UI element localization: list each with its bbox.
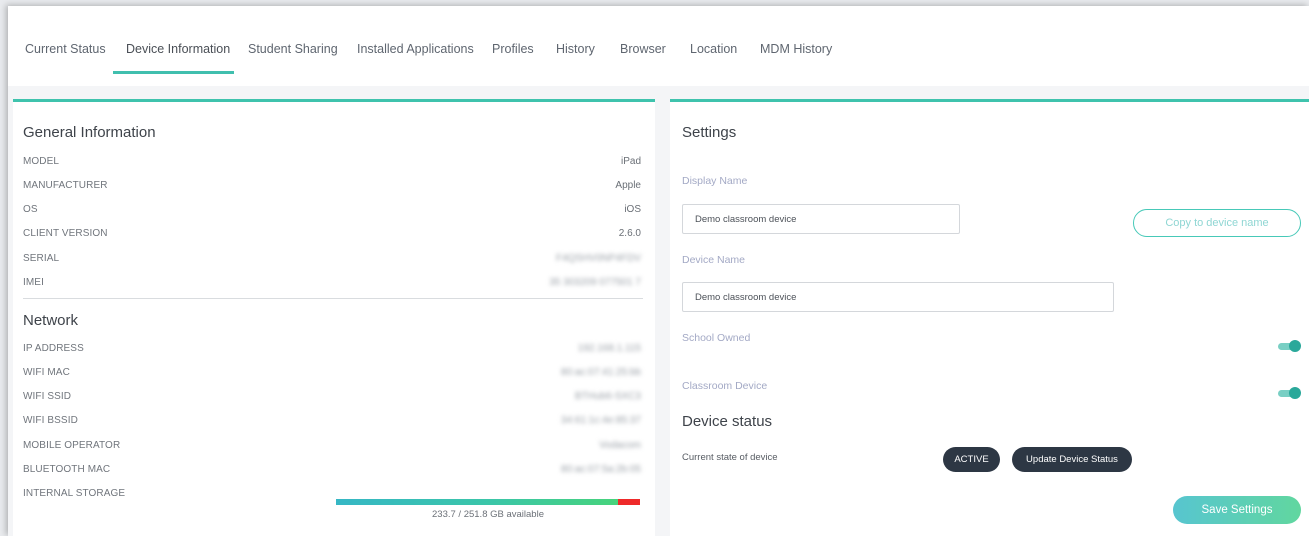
device-status-title: Device status xyxy=(682,413,773,430)
device-name-input[interactable] xyxy=(682,282,1114,312)
device-state-badge: ACTIVE xyxy=(943,447,1000,472)
toggle-knob xyxy=(1289,387,1301,399)
wifi-mac-value: 80:ac:07:41:25:bb xyxy=(560,367,641,378)
wifi-ssid-label: WIFI SSID xyxy=(23,391,72,402)
tab-profiles[interactable]: Profiles xyxy=(492,42,534,56)
ip-address-label: IP ADDRESS xyxy=(23,343,84,354)
internal-storage-label: INTERNAL STORAGE xyxy=(23,488,126,499)
client-version-label: CLIENT VERSION xyxy=(23,228,108,239)
toggle-knob xyxy=(1289,340,1301,352)
tab-student-sharing[interactable]: Student Sharing xyxy=(248,42,338,56)
mobile-operator-value: Vodacom xyxy=(599,440,641,451)
serial-label: SERIAL xyxy=(23,253,60,264)
tab-bar: Current Status Device Information Studen… xyxy=(8,6,1309,74)
copy-to-device-name-button[interactable]: Copy to device name xyxy=(1133,209,1301,237)
imei-label: IMEI xyxy=(23,277,44,288)
os-value: iOS xyxy=(624,204,641,215)
storage-text: 233.7 / 251.8 GB available xyxy=(432,509,544,520)
ip-address-value: 192.168.1.115 xyxy=(577,343,641,354)
mobile-operator-label: MOBILE OPERATOR xyxy=(23,440,121,451)
network-title: Network xyxy=(23,312,79,329)
os-label: OS xyxy=(23,204,38,215)
wifi-bssid-value: 34:61:1c:4e:85:37 xyxy=(560,415,641,426)
tab-current-status[interactable]: Current Status xyxy=(25,42,106,56)
tab-device-information[interactable]: Device Information xyxy=(126,42,230,56)
device-name-label: Device Name xyxy=(682,254,746,266)
active-tab-indicator xyxy=(113,71,234,74)
bluetooth-mac-label: BLUETOOTH MAC xyxy=(23,464,111,475)
wifi-bssid-label: WIFI BSSID xyxy=(23,415,78,426)
storage-used-fill xyxy=(618,499,640,505)
display-name-label: Display Name xyxy=(682,175,748,187)
tab-browser[interactable]: Browser xyxy=(620,42,666,56)
save-settings-button[interactable]: Save Settings xyxy=(1173,496,1301,524)
general-information-title: General Information xyxy=(23,124,156,141)
current-state-label: Current state of device xyxy=(682,452,778,463)
tab-mdm-history[interactable]: MDM History xyxy=(760,42,832,56)
settings-title: Settings xyxy=(682,124,737,141)
section-divider xyxy=(23,298,643,299)
tab-history[interactable]: History xyxy=(556,42,595,56)
wifi-ssid-value: BTHub6-SXC3 xyxy=(574,391,641,402)
model-value: iPad xyxy=(620,156,641,167)
model-label: MODEL xyxy=(23,156,60,167)
storage-available-fill xyxy=(336,499,619,505)
school-owned-toggle[interactable] xyxy=(1278,340,1301,352)
device-info-panel: General Information MODEL iPad MANUFACTU… xyxy=(13,99,655,536)
classroom-device-label: Classroom Device xyxy=(682,380,768,392)
tab-installed-applications[interactable]: Installed Applications xyxy=(357,42,474,56)
wifi-mac-label: WIFI MAC xyxy=(23,367,70,378)
bluetooth-mac-value: 80:ac:07:5a:2b:05 xyxy=(560,464,641,475)
storage-bar xyxy=(336,499,640,505)
manufacturer-value: Apple xyxy=(615,180,641,191)
client-version-value: 2.6.0 xyxy=(618,228,641,239)
classroom-device-toggle[interactable] xyxy=(1278,387,1301,399)
display-name-input[interactable] xyxy=(682,204,960,234)
update-device-status-button[interactable]: Update Device Status xyxy=(1012,447,1132,472)
serial-value: F4QSHV0NP4FDV xyxy=(555,253,641,264)
tab-location[interactable]: Location xyxy=(690,42,737,56)
imei-value: 35 303209 077501 7 xyxy=(549,277,641,288)
school-owned-label: School Owned xyxy=(682,332,751,344)
device-page: Current Status Device Information Studen… xyxy=(8,6,1309,536)
settings-panel: Settings Display Name Copy to device nam… xyxy=(670,99,1309,536)
manufacturer-label: MANUFACTURER xyxy=(23,180,108,191)
